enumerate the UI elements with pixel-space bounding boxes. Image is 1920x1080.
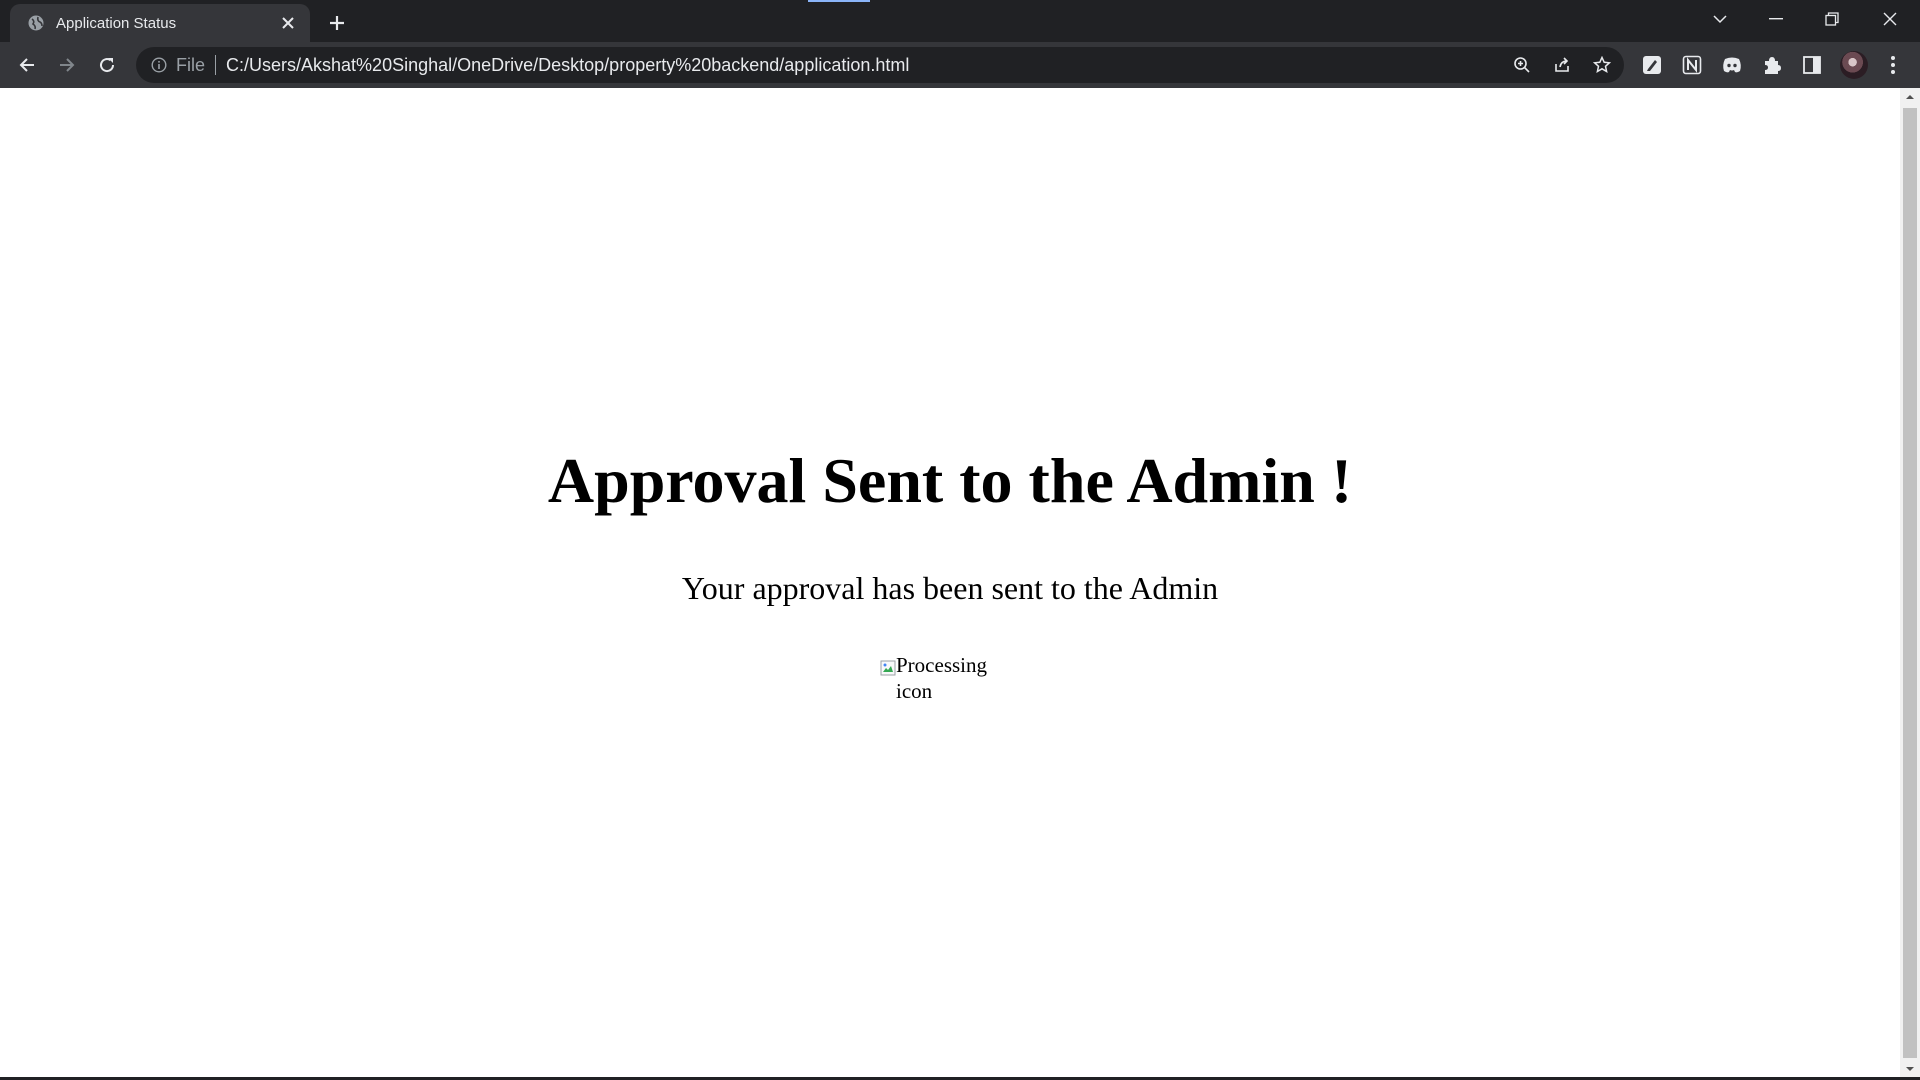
notion-icon[interactable] <box>1677 50 1707 80</box>
tab-search-icon <box>1713 15 1727 24</box>
scroll-down-arrow-icon[interactable] <box>1900 1060 1920 1078</box>
browser-tab[interactable]: Application Status <box>10 4 310 42</box>
tab-strip: Application Status <box>0 0 1920 42</box>
omnibox-divider <box>215 55 217 75</box>
puzzle-icon[interactable] <box>1757 50 1787 80</box>
page-content: Approval Sent to the Admin ! Your approv… <box>0 88 1900 1080</box>
tab-search-button[interactable] <box>1692 0 1748 38</box>
vertical-scrollbar[interactable] <box>1900 88 1920 1080</box>
plus-icon <box>330 16 344 30</box>
arrow-left-icon <box>19 58 34 72</box>
arrow-right-icon <box>60 58 75 72</box>
side-panel-icon[interactable] <box>1797 50 1827 80</box>
page-heading: Approval Sent to the Admin ! <box>547 445 1353 516</box>
tab-title: Application Status <box>56 14 177 32</box>
kebab-menu-icon[interactable] <box>1878 50 1908 80</box>
reload-icon <box>100 58 115 73</box>
star-icon[interactable] <box>1589 52 1615 78</box>
restore-icon <box>1825 12 1839 26</box>
reload-button[interactable] <box>91 49 123 81</box>
address-bar[interactable]: File C:/Users/Akshat%20Singhal/OneDrive/… <box>136 47 1624 83</box>
back-button[interactable] <box>11 49 43 81</box>
share-icon[interactable] <box>1549 52 1575 78</box>
processing-image: Processing icon <box>880 652 1010 708</box>
image-alt-text: Processing icon <box>896 653 987 703</box>
scheme-label: File <box>176 54 206 75</box>
minimize-button[interactable] <box>1748 0 1804 38</box>
browser-toolbar: File C:/Users/Akshat%20Singhal/OneDrive/… <box>0 42 1920 88</box>
scroll-up-arrow-icon[interactable] <box>1900 88 1920 106</box>
close-window-button[interactable] <box>1862 0 1918 38</box>
tab-close-icon[interactable] <box>276 11 300 35</box>
page-viewport: Approval Sent to the Admin ! Your approv… <box>0 88 1920 1080</box>
broken-image-icon <box>880 656 896 676</box>
forward-button[interactable] <box>51 49 83 81</box>
new-tab-button[interactable] <box>322 8 352 38</box>
profile-avatar[interactable] <box>1840 51 1868 79</box>
url-text[interactable]: C:/Users/Akshat%20Singhal/OneDrive/Deskt… <box>226 55 909 76</box>
globe-icon <box>26 13 46 33</box>
minimize-icon <box>1769 18 1783 20</box>
extension-edit-icon[interactable] <box>1637 50 1667 80</box>
info-icon[interactable] <box>150 56 168 74</box>
discord-icon[interactable] <box>1717 50 1747 80</box>
restore-button[interactable] <box>1804 0 1860 38</box>
close-icon <box>1883 12 1897 26</box>
loading-indicator <box>808 0 870 2</box>
status-message: Your approval has been sent to the Admin <box>681 570 1219 606</box>
zoom-icon[interactable] <box>1509 52 1535 78</box>
scrollbar-thumb[interactable] <box>1903 108 1917 1058</box>
